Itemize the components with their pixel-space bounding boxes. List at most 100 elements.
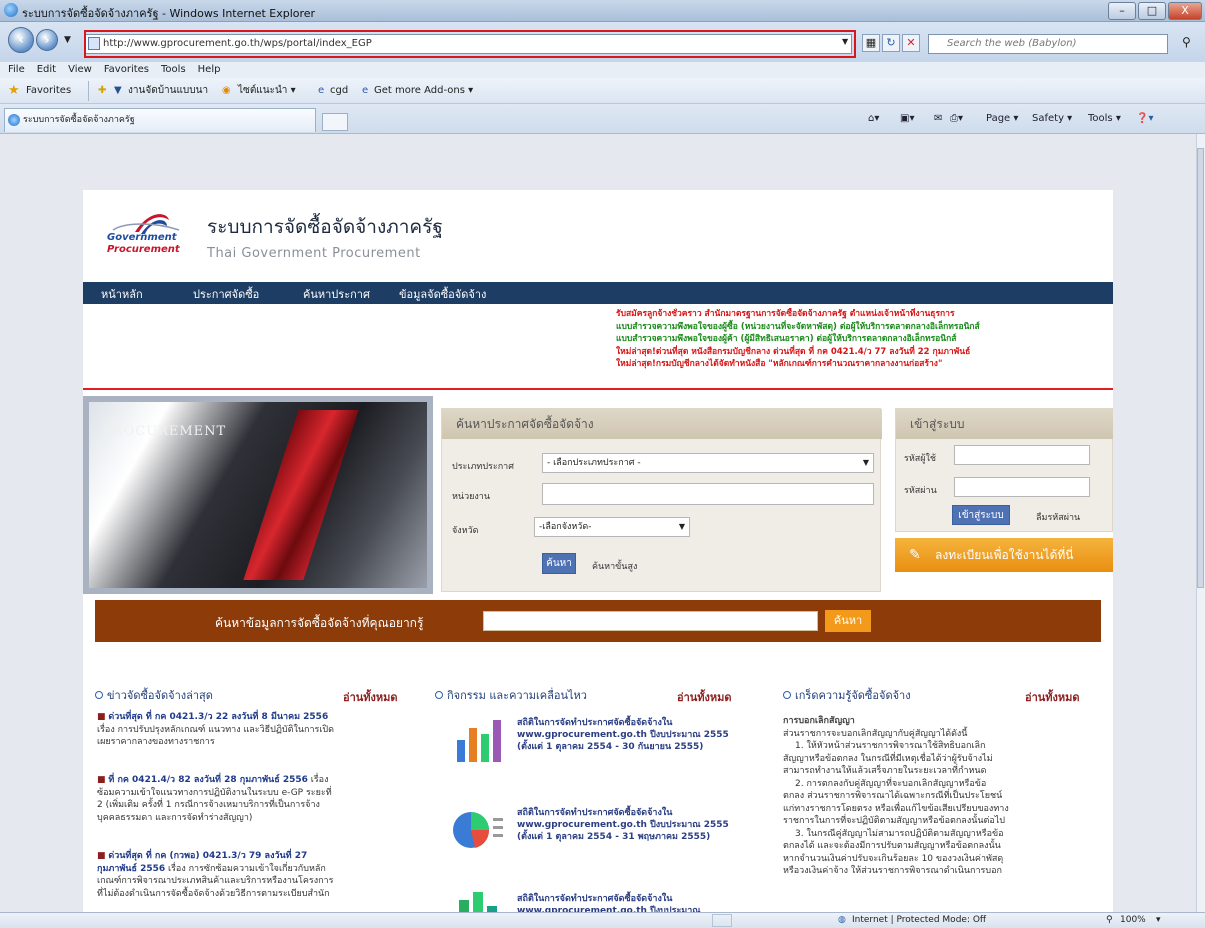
safety-menu[interactable]: Safety ▾ xyxy=(1032,104,1072,134)
register-button[interactable]: ✎ ลงทะเบียนเพื่อใช้งานได้ที่นี่ xyxy=(895,538,1113,572)
nav-search-announce[interactable]: ค้นหาประกาศ xyxy=(303,285,370,303)
ticker-line-4[interactable]: ใหม่ล่าสุด!ด่วนที่สุด หนังสือกรมบัญชีกลา… xyxy=(616,346,1113,359)
menu-tools[interactable]: Tools xyxy=(161,64,186,75)
news-item[interactable]: ■ ที่ กค 0421.4/ว 82 ลงวันที่ 28 กุมภาพั… xyxy=(97,774,337,824)
activity-item[interactable]: สถิติในการจัดทำประกาศจัดซื้อจัดจ้างใน ww… xyxy=(517,893,747,912)
knowledge-header-label: เกร็ดความรู้จัดซื้อจัดจ้าง xyxy=(795,689,911,702)
hero-caption: PROCUREMENT xyxy=(103,424,227,439)
menu-file[interactable]: File xyxy=(8,64,25,75)
agency-input[interactable] xyxy=(542,483,874,505)
stats-pie-thumbnail[interactable] xyxy=(449,800,507,856)
activity-item[interactable]: สถิติในการจัดทำประกาศจัดซื้อจัดจ้างใน ww… xyxy=(517,717,747,753)
fav-item-2[interactable]: ไซต์แนะนำ ▾ xyxy=(238,78,296,104)
fav-item-4[interactable]: Get more Add-ons ▾ xyxy=(374,78,473,104)
menu-view[interactable]: View xyxy=(68,64,92,75)
activity-item[interactable]: สถิติในการจัดทำประกาศจัดซื้อจัดจ้างใน ww… xyxy=(517,807,747,843)
knowledge-body: ส่วนราชการจะบอกเลิกสัญญากับคู่สัญญาได้ดั… xyxy=(783,728,1103,878)
mail-icon[interactable]: ✉ xyxy=(934,104,942,134)
agency-label: หน่วยงาน xyxy=(452,492,491,502)
window-titlebar: ระบบการจัดซื้อจัดจ้างภาครัฐ - Windows In… xyxy=(0,0,1205,22)
circle-bullet-icon xyxy=(95,691,103,699)
register-label: ลงทะเบียนเพื่อใช้งานได้ที่นี่ xyxy=(935,548,1074,562)
ticker-line-5[interactable]: ใหม่ล่าสุด!กรมบัญชีกลางได้จัดทำหนังสือ "… xyxy=(616,358,1113,371)
activities-read-all-link[interactable]: อ่านทั้งหมด xyxy=(677,688,732,706)
command-bar: ⌂▾ ▣▾ ✉ ⎙▾ Page ▾ Safety ▾ Tools ▾ ❓▾ xyxy=(860,104,1205,134)
feeds-icon[interactable]: ▣▾ xyxy=(900,104,914,134)
menu-edit[interactable]: Edit xyxy=(37,64,56,75)
site-title-thai: ระบบการจัดซื้อจัดจ้างภาครัฐ xyxy=(207,216,443,238)
activities-header-label: กิจกรรม และความเคลื่อนไหว xyxy=(447,689,587,702)
password-input[interactable] xyxy=(954,477,1090,497)
knowledge-line: สัญญาหรือข้อตกลง ในกรณีที่มีเหตุเชื่อได้… xyxy=(783,753,993,764)
knowledge-read-all-link[interactable]: อ่านทั้งหมด xyxy=(1025,688,1080,706)
tab-active[interactable]: ระบบการจัดซื้อจัดจ้างภาครัฐ xyxy=(4,108,316,132)
addons-icon: e xyxy=(362,85,369,96)
band-search-button[interactable]: ค้นหา xyxy=(825,610,871,632)
forgot-password-link[interactable]: ลืมรหัสผ่าน xyxy=(1036,510,1080,524)
knowledge-line: หากจำนวนเงินค่าปรับจะเกินร้อยละ 10 ของวง… xyxy=(783,853,1004,864)
news-item[interactable]: ■ ด่วนที่สุด ที่ กค (กวพอ) 0421.3/ว 79 ล… xyxy=(97,850,337,900)
menu-favorites[interactable]: Favorites xyxy=(104,64,149,75)
knowledge-article[interactable]: การบอกเลิกสัญญา ส่วนราชการจะบอกเลิกสัญญา… xyxy=(783,715,1103,878)
advanced-search-link[interactable]: ค้นหาขั้นสูง xyxy=(592,559,637,573)
news-read-all-link[interactable]: อ่านทั้งหมด xyxy=(343,688,398,706)
help-icon[interactable]: ❓▾ xyxy=(1136,104,1153,134)
zoom-dropdown-icon[interactable]: ▾ xyxy=(1156,913,1161,928)
login-button[interactable]: เข้าสู่ระบบ xyxy=(952,505,1010,525)
pencil-icon: ✎ xyxy=(909,547,921,563)
status-bar: ◍ Internet | Protected Mode: Off ⚲ 100% … xyxy=(0,912,1205,928)
forward-button[interactable]: › xyxy=(36,29,58,51)
band-search-input[interactable] xyxy=(483,611,818,631)
nav-home[interactable]: หน้าหลัก xyxy=(101,285,143,303)
scrollbar-thumb[interactable] xyxy=(1197,148,1204,588)
stats-bar-thumbnail[interactable] xyxy=(449,886,507,912)
maximize-button[interactable]: □ xyxy=(1138,2,1166,20)
fav-item-1[interactable]: งานจัดบ้านแบบนา xyxy=(128,78,208,104)
bullet-icon: ■ xyxy=(97,851,109,861)
home-icon[interactable]: ⌂▾ xyxy=(868,104,879,134)
search-panel-header: ค้นหาประกาศจัดซื้อจัดจ้าง xyxy=(442,409,882,439)
address-dropdown-icon[interactable]: ▼ xyxy=(842,37,848,46)
close-button[interactable]: X xyxy=(1168,2,1202,20)
knowledge-header: เกร็ดความรู้จัดซื้อจัดจ้าง xyxy=(783,686,911,704)
print-icon[interactable]: ⎙▾ xyxy=(950,104,963,134)
history-dropdown-icon[interactable]: ▼ xyxy=(64,35,71,45)
back-button[interactable]: ‹ xyxy=(8,27,34,53)
add-favorite-icon[interactable]: ✚ xyxy=(98,78,106,104)
compatibility-icon[interactable]: ▦ xyxy=(862,34,880,52)
minimize-button[interactable]: – xyxy=(1108,2,1136,20)
stats-chart-thumbnail[interactable] xyxy=(449,710,507,766)
knowledge-title: การบอกเลิกสัญญา xyxy=(783,716,855,726)
search-button[interactable]: ค้นหา xyxy=(542,553,576,574)
ticker-line-1[interactable]: รับสมัครลูกจ้างชั่วคราว สำนักมาตรฐานการจ… xyxy=(616,308,1113,321)
province-select[interactable]: -เลือกจังหวัด- ▼ xyxy=(534,517,690,537)
username-input[interactable] xyxy=(954,445,1090,465)
knowledge-line: ราชการในการที่จะปฏิบัติตามสัญญาหรือข้อตก… xyxy=(783,816,1006,826)
knowledge-line: แก่ทางราชการโดยตรง หรือเพื่อแก้ไขข้อเสีย… xyxy=(783,803,1009,814)
zoom-icon[interactable]: ⚲ xyxy=(1106,913,1113,928)
nav-procurement-data[interactable]: ข้อมูลจัดซื้อจัดจ้าง xyxy=(399,285,486,303)
search-box[interactable]: Search the web (Babylon) xyxy=(928,34,1168,54)
new-tab-button[interactable] xyxy=(322,113,348,131)
fav-item-3[interactable]: cgd xyxy=(330,78,348,104)
zoom-level[interactable]: 100% xyxy=(1120,913,1146,928)
ticker-line-2[interactable]: แบบสำรวจความพึงพอใจของผู้ซื้อ (หน่วยงานท… xyxy=(616,321,1113,334)
favorites-button[interactable]: Favorites xyxy=(26,78,71,104)
menu-help[interactable]: Help xyxy=(198,64,221,75)
zone-text: Internet | Protected Mode: Off xyxy=(852,915,987,925)
news-item[interactable]: ■ ด่วนที่สุด ที่ กค 0421.3/ว 22 ลงวันที่… xyxy=(97,711,337,749)
ticker-line-3[interactable]: แบบสำรวจความพึงพอใจของผู้ค้า (ผู้มีสิทธิ… xyxy=(616,333,1113,346)
news-ticker[interactable]: รับสมัครลูกจ้างชั่วคราว สำนักมาตรฐานการจ… xyxy=(616,308,1113,384)
tab-icon xyxy=(8,114,20,126)
gov-procurement-logo[interactable]: Government Procurement xyxy=(105,204,185,264)
tools-menu[interactable]: Tools ▾ xyxy=(1088,104,1121,134)
type-select-value: - เลือกประเภทประกาศ - xyxy=(547,458,641,468)
nav-announce[interactable]: ประกาศจัดซื้อ xyxy=(193,285,259,303)
type-label: ประเภทประกาศ xyxy=(452,462,514,472)
type-select[interactable]: - เลือกประเภทประกาศ - ▼ xyxy=(542,453,874,473)
refresh-icon[interactable]: ↻ xyxy=(882,34,900,52)
page-menu[interactable]: Page ▾ xyxy=(986,104,1018,134)
search-icon[interactable]: ⚲ xyxy=(1182,35,1191,49)
stop-icon[interactable]: ✕ xyxy=(902,34,920,52)
knowledge-line: 1. ให้หัวหน้าส่วนราชการพิจารณาใช้สิทธิบอ… xyxy=(795,741,986,751)
